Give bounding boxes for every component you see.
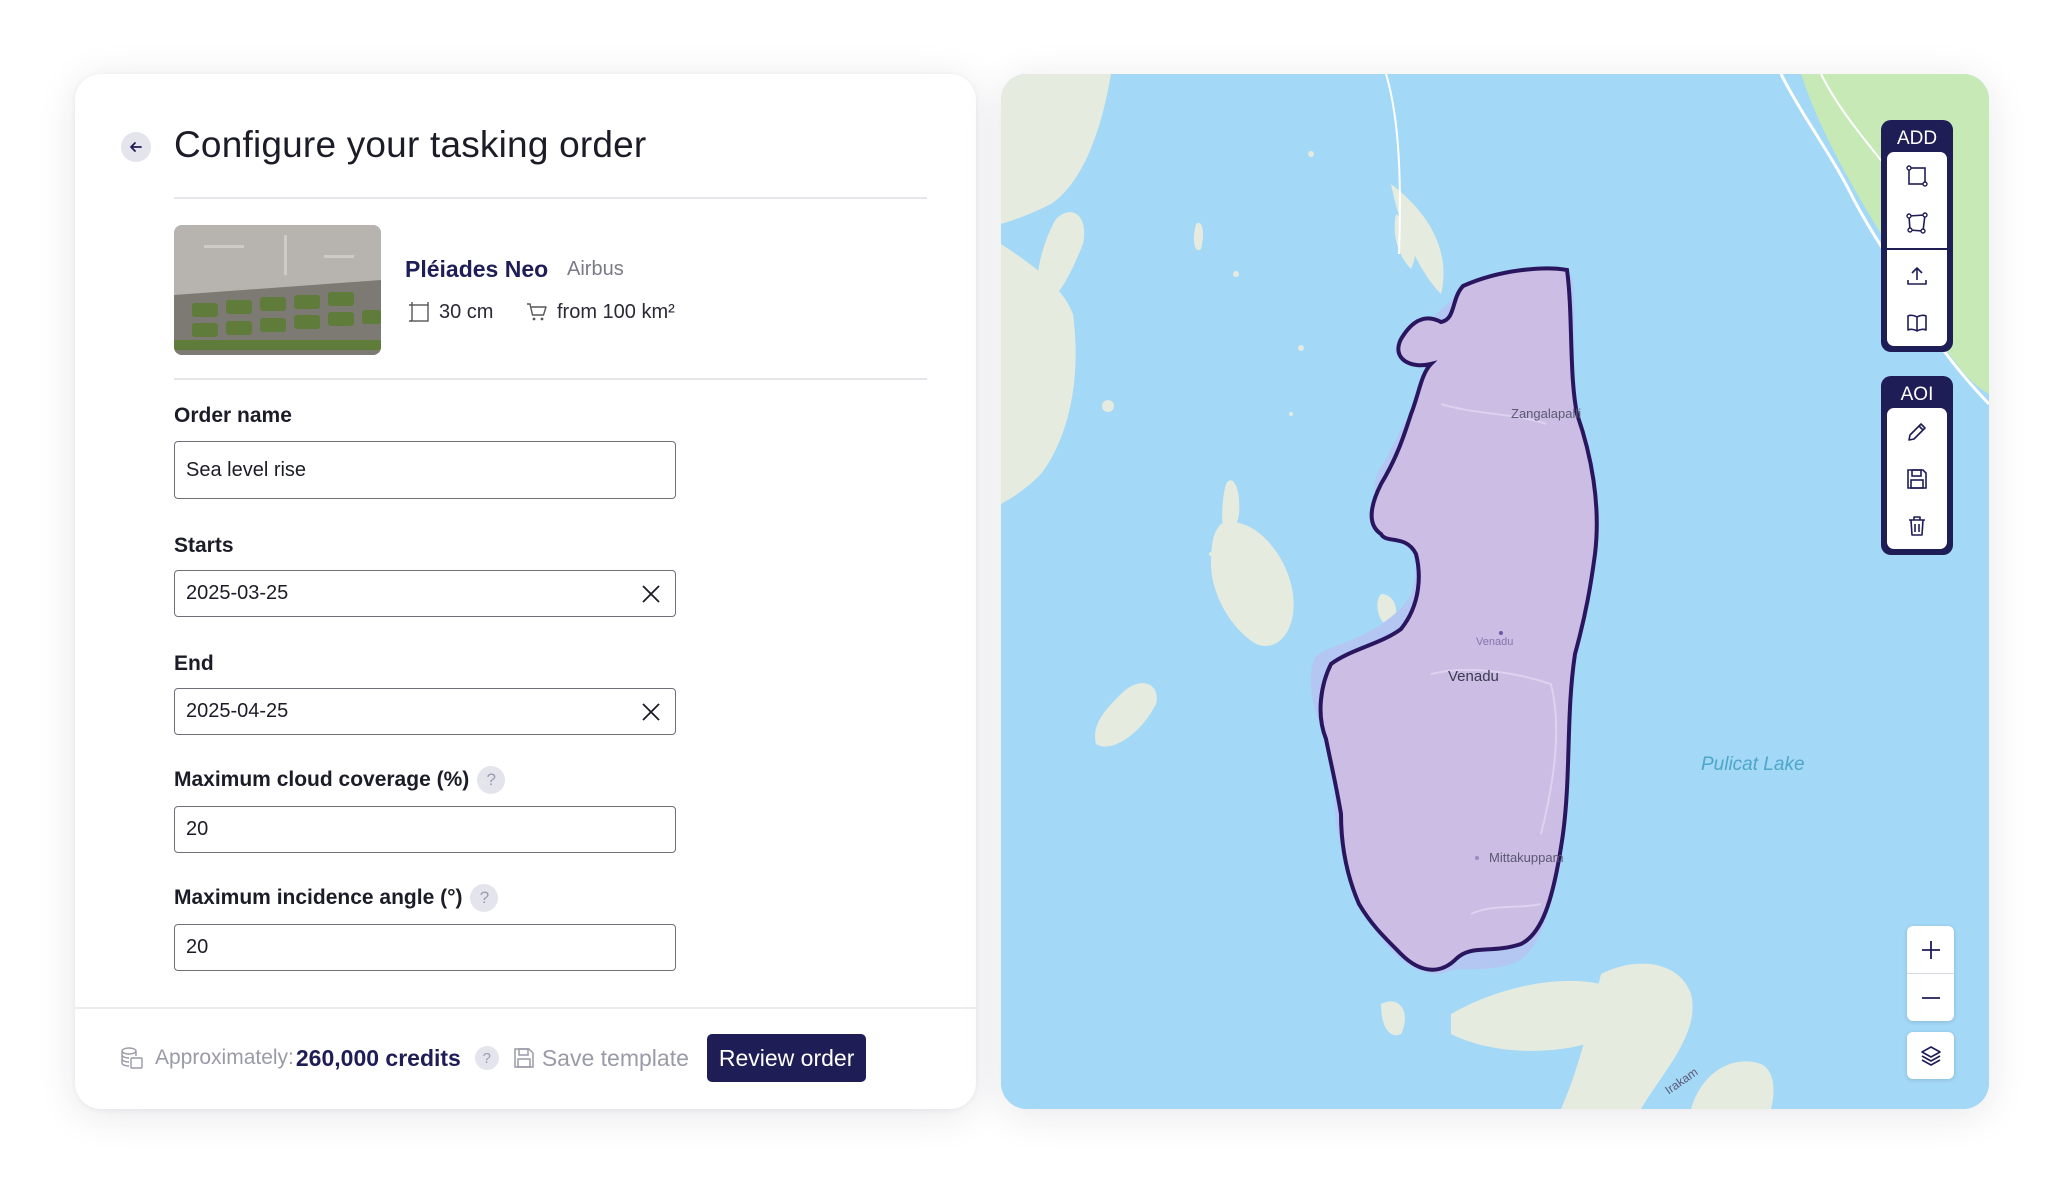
aoi-tools	[1887, 408, 1947, 549]
resolution-spec: 30 cm	[407, 300, 493, 324]
save-icon	[1907, 468, 1927, 489]
cloud-coverage-input[interactable]: 20	[174, 806, 676, 853]
arrow-left-icon	[130, 142, 142, 152]
approx-label: Approximately:	[155, 1046, 294, 1069]
order-name-value: Sea level rise	[186, 458, 307, 481]
rectangle-icon	[1906, 164, 1928, 187]
cart-icon	[527, 303, 547, 321]
incidence-angle-input[interactable]: 20	[174, 924, 676, 971]
map-label-venadu: Venadu	[1448, 668, 1499, 685]
incidence-label: Maximum incidence angle (°) ?	[174, 884, 499, 912]
min-area-value: from 100 km²	[557, 300, 675, 323]
review-order-button[interactable]: Review order	[706, 1034, 867, 1082]
draw-polygon-button[interactable]	[1887, 199, 1947, 246]
upload-button[interactable]	[1887, 252, 1947, 299]
polygon-icon	[1906, 211, 1928, 234]
minus-icon	[1921, 996, 1940, 999]
trash-icon	[1909, 515, 1925, 536]
help-icon[interactable]: ?	[477, 766, 506, 794]
draw-rectangle-button[interactable]	[1887, 152, 1947, 199]
upload-icon	[1907, 266, 1927, 285]
zoom-in-button[interactable]	[1907, 926, 1954, 973]
map-label-pulicat-lake: Pulicat Lake	[1701, 754, 1805, 775]
map-canvas[interactable]	[1001, 74, 1989, 1109]
incidence-value: 20	[186, 936, 209, 958]
order-name-input[interactable]: Sea level rise	[174, 441, 676, 499]
starts-label: Starts	[174, 534, 234, 557]
book-open-icon	[1907, 314, 1927, 332]
plus-icon	[1921, 940, 1940, 959]
resolution-value: 30 cm	[439, 300, 494, 323]
map-label-mittakuppam: Mittakuppam	[1489, 850, 1564, 865]
help-icon[interactable]: ?	[474, 1046, 499, 1070]
order-footer: Approximately: 260,000 credits ? Save te…	[119, 1034, 867, 1082]
layers-icon	[1920, 1045, 1941, 1066]
divider	[174, 378, 927, 380]
save-aoi-button[interactable]	[1887, 455, 1947, 502]
aoi-toolbar-title: AOI	[1900, 384, 1934, 405]
add-tools	[1887, 152, 1947, 346]
zoom-controls	[1907, 926, 1954, 1021]
help-icon[interactable]: ?	[470, 884, 499, 912]
incidence-label-text: Maximum incidence angle (°)	[174, 886, 463, 909]
clear-icon[interactable]	[641, 702, 661, 722]
map-label-venadu-small: Venadu	[1476, 636, 1514, 648]
order-panel: Configure your tasking order Pléiades Ne…	[75, 74, 976, 1109]
save-template-button[interactable]: Save template	[513, 1045, 689, 1072]
coins-icon	[121, 1047, 143, 1069]
back-button[interactable]	[121, 132, 151, 162]
add-toolbar: ADD	[1881, 120, 1953, 352]
layers-button[interactable]	[1907, 1032, 1954, 1079]
clear-icon[interactable]	[641, 584, 661, 604]
order-name-label: Order name	[174, 404, 292, 427]
end-date-input[interactable]: 2025-04-25	[174, 688, 676, 735]
save-icon	[514, 1048, 534, 1068]
product-vendor: Airbus	[567, 258, 624, 280]
product-thumbnail	[174, 225, 381, 355]
map-label-zangalapalli: Zangalapalli	[1511, 406, 1582, 421]
separator	[1887, 248, 1947, 250]
aoi-toolbar: AOI	[1881, 376, 1953, 555]
product-name: Pléiades Neo	[405, 256, 549, 282]
end-label: End	[174, 652, 214, 675]
delete-aoi-button[interactable]	[1887, 502, 1947, 549]
map-view[interactable]: Zangalapalli Venadu Venadu Mittakuppam P…	[1001, 74, 1989, 1109]
pencil-icon	[1908, 422, 1926, 441]
zoom-out-button[interactable]	[1907, 974, 1954, 1021]
credits-value: 260,000 credits	[295, 1044, 461, 1071]
layers-control	[1907, 1032, 1954, 1079]
end-value: 2025-04-25	[186, 700, 289, 722]
resolution-icon	[409, 302, 429, 322]
cloud-label: Maximum cloud coverage (%) ?	[174, 766, 506, 794]
edit-aoi-button[interactable]	[1887, 408, 1947, 455]
library-button[interactable]	[1887, 299, 1947, 346]
min-area-spec: from 100 km²	[525, 300, 675, 324]
page-title: Configure your tasking order	[174, 124, 647, 165]
starts-date-input[interactable]: 2025-03-25	[174, 570, 676, 617]
add-toolbar-title: ADD	[1896, 128, 1938, 149]
divider	[174, 197, 927, 199]
cloud-label-text: Maximum cloud coverage (%)	[174, 768, 470, 791]
save-template-label: Save template	[541, 1044, 689, 1071]
starts-value: 2025-03-25	[186, 582, 289, 604]
cloud-value: 20	[186, 818, 209, 840]
footer-divider	[75, 1007, 976, 1009]
